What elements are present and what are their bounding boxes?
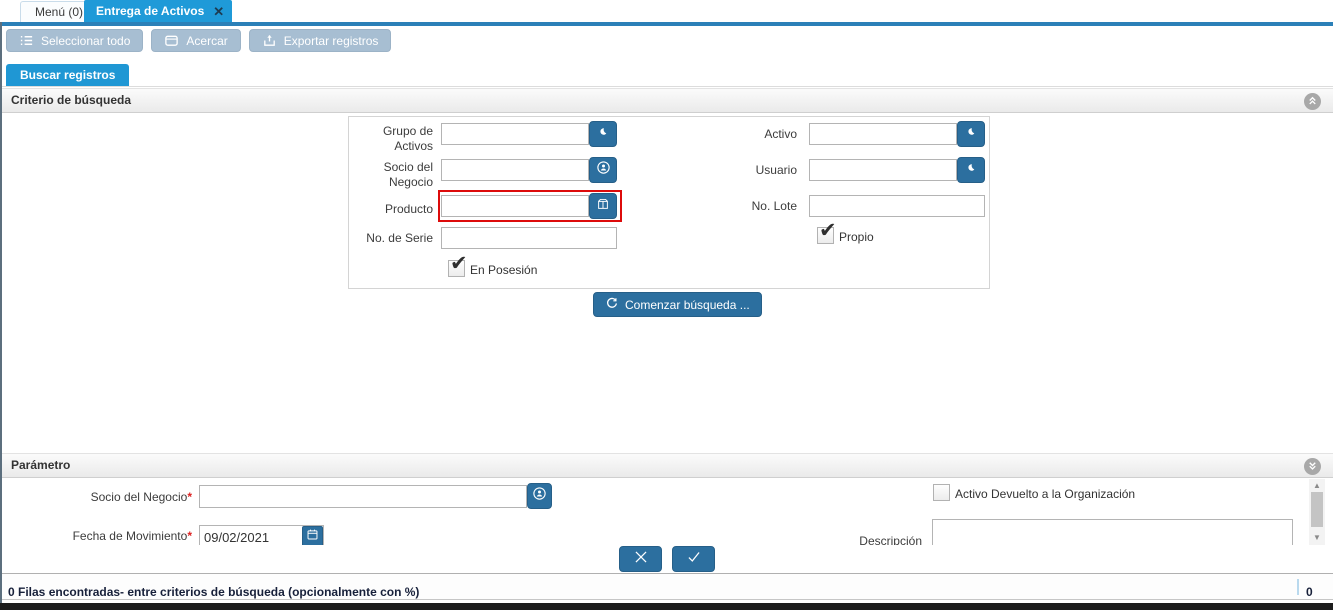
person-circle-icon: [532, 486, 547, 506]
tabbar-underline: [0, 22, 1333, 26]
checkbox-box: [933, 484, 950, 501]
serial-input[interactable]: [441, 227, 617, 249]
bpartner-input[interactable]: [441, 159, 589, 181]
package-icon: [596, 197, 610, 216]
asset-returned-checkbox[interactable]: Activo Devuelto a la Organización: [933, 484, 1135, 501]
owned-label: Propio: [839, 230, 874, 244]
param-bpartner-lookup-button[interactable]: [527, 483, 552, 509]
window-bottom-border: [0, 603, 1333, 610]
required-marker: *: [187, 529, 192, 543]
quill-icon: [964, 125, 978, 144]
checkbox-box: ✔: [448, 253, 468, 277]
statusbar: 0 Filas encontradas- entre criterios de …: [0, 574, 1333, 600]
asset-lookup-button[interactable]: [957, 121, 985, 147]
in-possession-checkbox[interactable]: ✔ En Posesión: [448, 253, 538, 277]
confirm-check-icon: [685, 548, 703, 571]
start-search-label: Comenzar búsqueda ...: [625, 297, 750, 312]
export-icon: [262, 33, 277, 48]
scroll-up-icon[interactable]: ▲: [1309, 481, 1325, 490]
param-bpartner-input[interactable]: [199, 485, 527, 508]
chevron-double-down-icon: [1307, 458, 1318, 476]
calendar-icon: [306, 528, 319, 546]
in-possession-label: En Posesión: [470, 263, 538, 277]
asset-group-input[interactable]: [441, 123, 589, 145]
criteria-section-header: Criterio de búsqueda: [2, 88, 1333, 113]
bpartner-lookup-button[interactable]: [589, 157, 617, 183]
quill-icon: [596, 125, 610, 144]
select-all-label: Seleccionar todo: [41, 33, 131, 48]
asset-group-label: Grupo de Activos: [382, 124, 433, 153]
serial-label: No. de Serie: [366, 231, 433, 245]
window-left-border: [0, 22, 2, 610]
tab-entrega-de-activos[interactable]: Entrega de Activos ✕: [84, 0, 233, 22]
person-circle-icon: [596, 160, 611, 180]
buscar-registros-label: Buscar registros: [20, 68, 116, 82]
checkmark-icon: ✔: [819, 219, 837, 242]
toolbar: Seleccionar todo Acercar Exportar regist…: [6, 29, 392, 53]
confirm-button[interactable]: [672, 546, 715, 572]
zoom-window-icon: [164, 33, 179, 48]
bpartner-label: Socio del Negocio: [383, 160, 433, 189]
criteria-section-title: Criterio de búsqueda: [11, 93, 132, 107]
window-tabbar: Menú (0) Entrega de Activos ✕: [0, 0, 1333, 22]
export-button[interactable]: Exportar registros: [248, 29, 392, 52]
lot-input[interactable]: [809, 195, 985, 217]
parameter-section-header: Parámetro: [2, 453, 1333, 478]
collapse-parameter-button[interactable]: [1304, 458, 1321, 475]
select-all-button[interactable]: Seleccionar todo: [6, 29, 144, 52]
record-count: 0: [1306, 585, 1313, 599]
asset-input[interactable]: [809, 123, 957, 145]
asset-label: Activo: [764, 127, 797, 141]
scroll-down-icon[interactable]: ▼: [1309, 533, 1325, 542]
description-textarea[interactable]: [932, 519, 1293, 546]
user-input[interactable]: [809, 159, 957, 181]
chevron-double-up-icon: [1307, 93, 1318, 111]
close-tab-icon[interactable]: ✕: [213, 5, 224, 18]
confirm-panel: [2, 545, 1333, 573]
calendar-button[interactable]: [302, 526, 323, 546]
user-label: Usuario: [755, 163, 797, 177]
collapse-criteria-button[interactable]: [1304, 93, 1321, 110]
panel-top-border: [2, 86, 1333, 87]
cancel-button[interactable]: [619, 546, 662, 572]
product-label: Producto: [384, 202, 433, 216]
zoom-button[interactable]: Acercar: [151, 29, 241, 52]
checkmark-icon: ✔: [450, 252, 468, 275]
refresh-icon: [605, 296, 619, 313]
start-search-button[interactable]: Comenzar búsqueda ...: [593, 292, 762, 317]
parameter-section-title: Parámetro: [11, 458, 71, 472]
parameter-panel: Socio del Negocio* Activo Devuelto a la …: [2, 479, 1308, 546]
product-lookup-button[interactable]: [589, 193, 617, 219]
asset-group-lookup-button[interactable]: [589, 121, 617, 147]
param-bpartner-label: Socio del Negocio*: [90, 490, 192, 504]
quill-icon: [964, 161, 978, 180]
cancel-x-icon: [632, 548, 650, 571]
tab-menu-label: Menú (0): [35, 5, 84, 19]
asset-returned-label: Activo Devuelto a la Organización: [955, 487, 1136, 501]
list-icon: [19, 33, 34, 48]
checkbox-box: ✔: [817, 220, 837, 244]
tab-buscar-registros[interactable]: Buscar registros: [6, 64, 130, 86]
asset-delivery-window: Menú (0) Entrega de Activos ✕ Selecciona…: [0, 0, 1333, 610]
export-label: Exportar registros: [283, 33, 379, 48]
lot-label: No. Lote: [751, 199, 797, 213]
status-divider: [1297, 579, 1299, 595]
owned-checkbox[interactable]: ✔ Propio: [817, 220, 874, 244]
scrollbar[interactable]: ▲ ▼: [1309, 479, 1325, 545]
required-marker: *: [187, 490, 192, 504]
scroll-thumb[interactable]: [1311, 492, 1323, 527]
tab-entrega-label: Entrega de Activos: [96, 4, 205, 18]
search-criteria-panel: Grupo de Activos Socio del Negocio Produ…: [348, 116, 990, 289]
movement-date-label: Fecha de Movimiento*: [72, 529, 192, 543]
user-lookup-button[interactable]: [957, 157, 985, 183]
zoom-label: Acercar: [186, 33, 228, 48]
product-input[interactable]: [441, 195, 589, 217]
status-message: 0 Filas encontradas- entre criterios de …: [8, 585, 420, 599]
